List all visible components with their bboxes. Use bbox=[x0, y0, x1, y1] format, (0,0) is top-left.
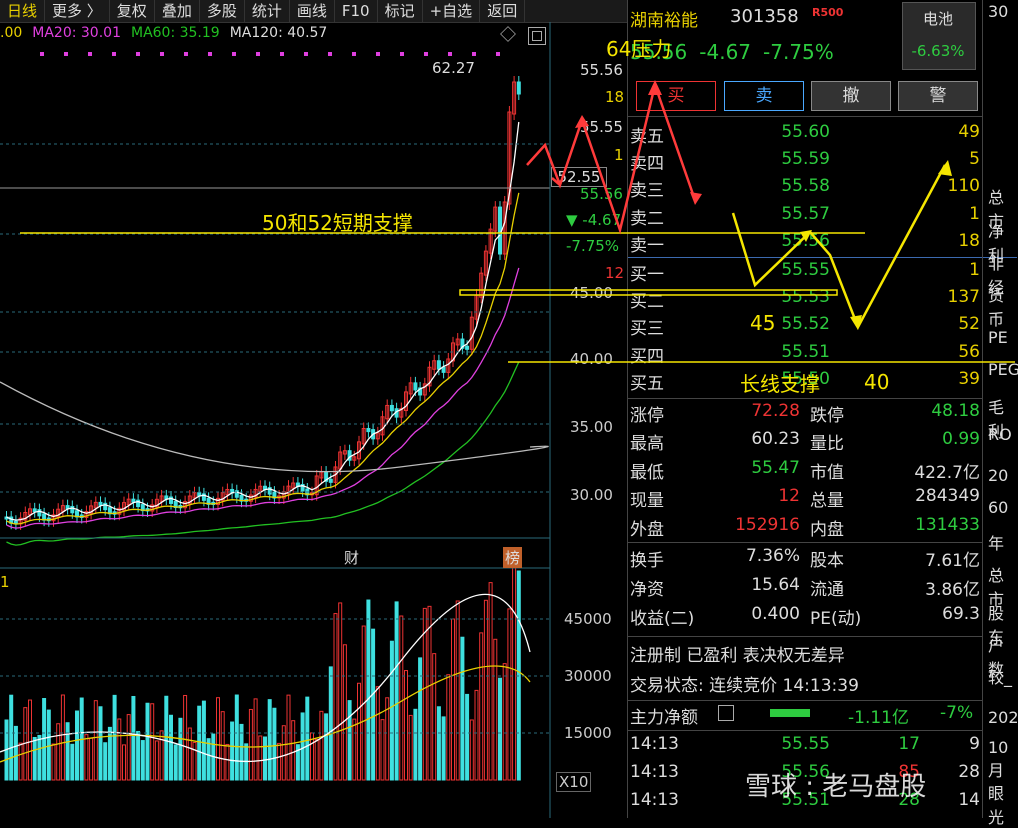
support-band-45 bbox=[459, 289, 838, 296]
yellow-path-arrow bbox=[731, 164, 947, 330]
red-arrow-head bbox=[575, 115, 589, 128]
annotation-45: 45 bbox=[750, 311, 776, 335]
red-arrow-head bbox=[690, 192, 702, 205]
watermark: 雪球 : 老马盘股 bbox=[745, 772, 927, 802]
annotation-long-support: 长线支撑 bbox=[740, 372, 820, 396]
annotation-50-52-support: 50和52短期支撑 bbox=[262, 211, 413, 235]
annotation-40: 40 bbox=[864, 370, 890, 394]
annotation-layer bbox=[20, 80, 1015, 363]
red-path-arrow bbox=[526, 80, 697, 235]
yellow-arrow-head bbox=[938, 160, 952, 176]
red-arrow-head bbox=[648, 80, 662, 95]
annotation-64-resistance: 64压力 bbox=[606, 37, 672, 61]
